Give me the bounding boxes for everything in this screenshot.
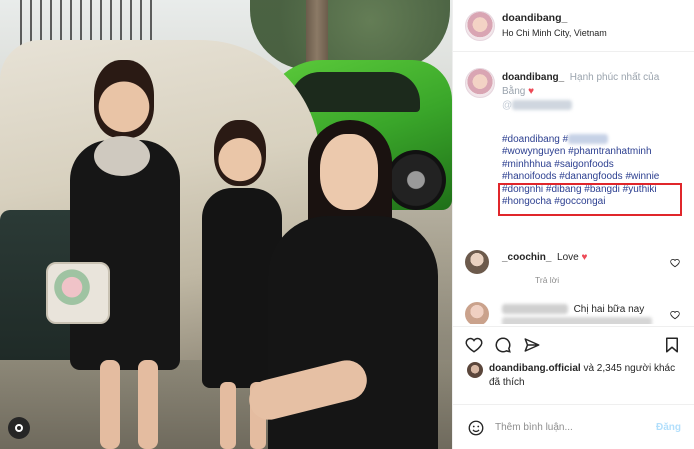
post-photo[interactable] — [0, 0, 452, 449]
caption-mention[interactable]: @ — [502, 100, 573, 111]
comment-icon[interactable] — [494, 336, 512, 354]
comment-item: Chị hai bữa nay — [453, 298, 694, 324]
post-sidebar: doandibang_ Ho Chi Minh City, Vietnam do… — [452, 0, 694, 449]
reply-button[interactable]: Trả lời — [535, 275, 559, 285]
caption-avatar[interactable] — [465, 68, 495, 98]
heart-emoji: ♥ — [528, 86, 535, 97]
heart-icon[interactable] — [465, 336, 483, 354]
liker-avatar[interactable] — [467, 362, 483, 378]
highlight-box — [498, 183, 682, 216]
comment-text-blurred — [502, 317, 652, 324]
likes-line: doandibang.official và 2,345 người khác — [489, 363, 675, 374]
likes-count[interactable]: và 2,345 người khác — [581, 363, 675, 374]
comment-username[interactable]: _coochin_ — [502, 252, 551, 263]
comment-body: Chị hai bữa nay — [573, 304, 645, 315]
liker-username[interactable]: doandibang.official — [489, 363, 581, 374]
bookmark-icon[interactable] — [663, 336, 681, 354]
photo-woman — [244, 120, 452, 449]
post-caption: doandibang_ Hạnh phúc nhất của Bằng ♥ @ … — [453, 52, 694, 216]
share-icon[interactable] — [523, 336, 541, 354]
like-comment-heart-icon[interactable] — [670, 258, 680, 268]
comment-text: Chị hai bữa nay — [502, 304, 644, 315]
emoji-icon[interactable] — [467, 419, 485, 437]
comment-input[interactable]: Thêm bình luận... — [495, 422, 573, 433]
avatar[interactable] — [465, 11, 495, 41]
likes-line-2: đã thích — [489, 377, 525, 388]
action-bar — [453, 326, 694, 362]
comment-item: _coochin_ Love ♥ Trả lời — [453, 248, 694, 292]
add-comment-bar: Thêm bình luận... Đăng — [453, 404, 694, 449]
comment-avatar[interactable] — [465, 302, 489, 324]
caption-text: doandibang_ Hạnh phúc nhất của Bằng ♥ @ — [502, 71, 684, 113]
comment-text: _coochin_ Love ♥ — [502, 252, 587, 263]
header-username[interactable]: doandibang_ — [502, 12, 567, 24]
tagged-user-icon[interactable] — [8, 417, 30, 439]
post-header: doandibang_ Ho Chi Minh City, Vietnam — [453, 0, 694, 52]
girl-left-leg — [138, 360, 158, 449]
woman-face — [320, 134, 378, 210]
girl-left-collar — [94, 136, 150, 176]
hashtag-line[interactable]: #doandibang # — [502, 134, 568, 145]
like-comment-heart-icon[interactable] — [670, 310, 680, 320]
hashtag-line[interactable]: #hanoifoods #danangfoods #winnie — [502, 171, 688, 183]
caption-username[interactable]: doandibang_ — [502, 72, 564, 83]
girl-middle-leg — [220, 382, 236, 449]
likes-summary: doandibang.official và 2,345 người khác … — [453, 358, 694, 404]
heart-emoji: ♥ — [581, 252, 588, 263]
comment-avatar[interactable] — [465, 250, 489, 274]
girl-left-head — [94, 60, 154, 138]
photo-handbag — [46, 262, 110, 324]
post-comment-button[interactable]: Đăng — [656, 422, 681, 433]
girl-left-leg — [100, 360, 120, 449]
hashtag-line[interactable]: #minhhhua #saigonfoods — [502, 159, 688, 171]
header-location[interactable]: Ho Chi Minh City, Vietnam — [502, 28, 607, 38]
green-car-window — [290, 72, 420, 112]
photo-girl-left — [60, 60, 190, 449]
hashtag-line[interactable]: #wowynguyen #phamtranhatminh — [502, 146, 688, 158]
comment-body: Love — [557, 252, 579, 263]
